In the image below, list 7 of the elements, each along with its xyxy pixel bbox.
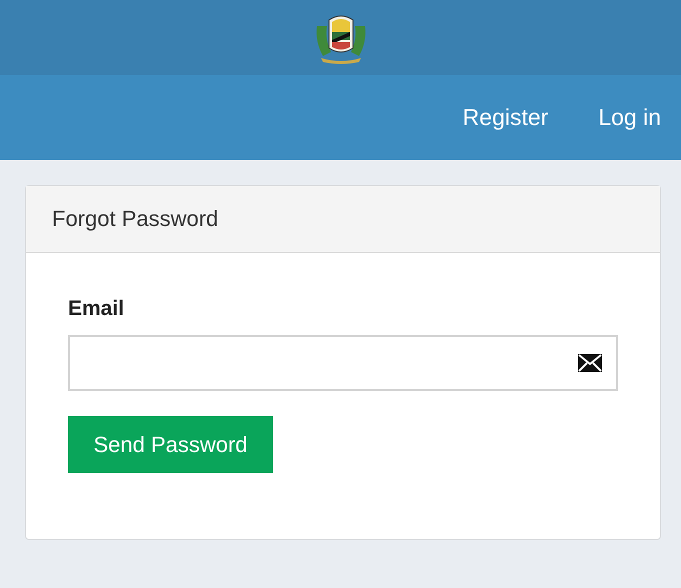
email-field[interactable]	[68, 335, 618, 391]
nav-link[interactable]: Log in	[598, 104, 661, 131]
send-password-button[interactable]: Send Password	[68, 416, 273, 473]
nav-link[interactable]: Register	[462, 104, 548, 131]
envelope-icon	[578, 354, 602, 372]
panel-title: Forgot Password	[52, 206, 218, 232]
field-label: Email	[68, 297, 126, 321]
